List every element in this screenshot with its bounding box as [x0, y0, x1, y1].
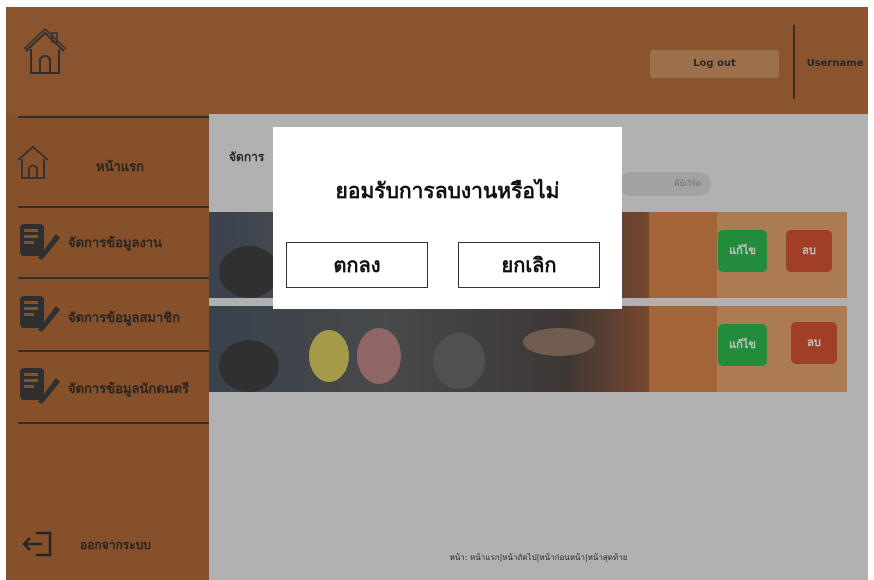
cancel-button[interactable]: ยกเลิก — [458, 242, 600, 288]
app-frame: Log out Username หน้าแรก จัดการข้อมูลงาน — [6, 7, 868, 580]
dialog-title: ยอมรับการลบงานหรือไม่ — [335, 179, 560, 203]
confirm-dialog: ยอมรับการลบงานหรือไม่ ตกลง ยกเลิก — [273, 127, 622, 309]
confirm-button[interactable]: ตกลง — [286, 242, 428, 288]
